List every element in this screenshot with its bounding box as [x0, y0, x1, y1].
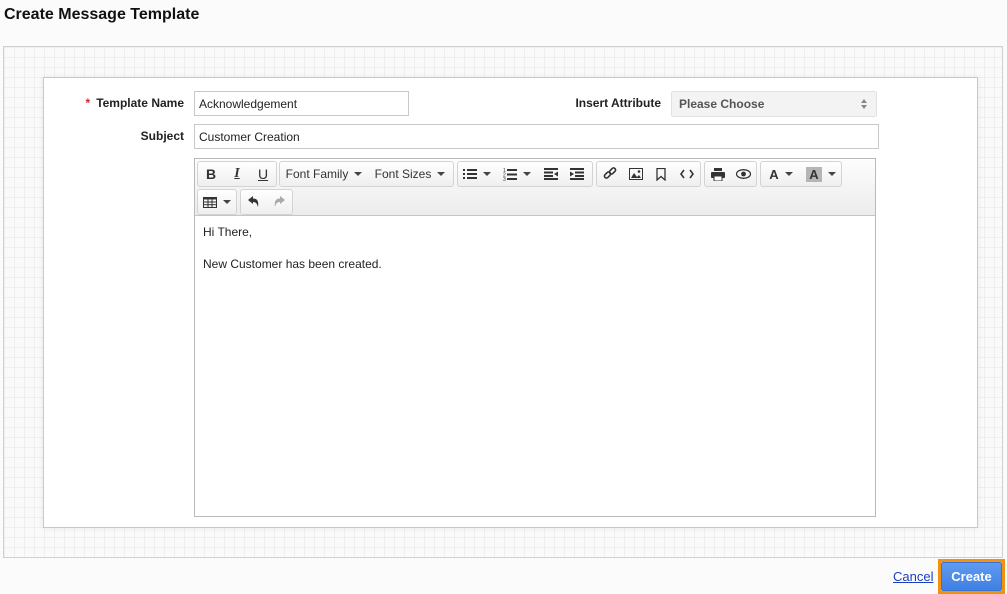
redo-icon — [273, 196, 286, 208]
select-arrows-icon — [860, 98, 868, 110]
undo-icon — [247, 196, 260, 208]
indent-icon — [570, 168, 584, 180]
template-name-input[interactable] — [194, 91, 409, 116]
template-name-label: * Template Name — [60, 96, 184, 110]
subject-input[interactable] — [194, 124, 879, 149]
caret-down-icon — [223, 200, 231, 204]
link-button[interactable] — [597, 162, 623, 186]
eye-icon — [735, 169, 751, 179]
subject-label: Subject — [140, 129, 184, 143]
outdent-icon — [544, 168, 558, 180]
table-button[interactable] — [198, 190, 236, 214]
redo-button[interactable] — [267, 190, 293, 214]
code-icon — [680, 169, 695, 179]
italic-button[interactable]: I — [224, 162, 250, 186]
image-icon — [628, 168, 643, 180]
editor-content[interactable]: Hi There, New Customer has been created. — [195, 216, 875, 296]
text-color-button[interactable]: A — [761, 162, 801, 186]
bold-button[interactable]: B — [198, 162, 224, 186]
font-sizes-dropdown[interactable]: Font Sizes — [368, 162, 452, 186]
rich-text-editor: B I U Font Family Font Sizes 1 2 3 A A H… — [194, 158, 876, 517]
print-icon — [710, 167, 725, 181]
bookmark-button[interactable] — [649, 162, 675, 186]
caret-down-icon — [437, 172, 446, 176]
editor-paragraph: New Customer has been created. — [203, 257, 382, 271]
insert-group — [596, 161, 701, 187]
create-button[interactable]: Create — [941, 562, 1002, 591]
underline-button[interactable]: U — [250, 162, 276, 186]
caret-down-icon — [784, 172, 793, 176]
cancel-link[interactable]: Cancel — [893, 569, 933, 584]
insert-attribute-select[interactable]: Please Choose — [671, 91, 877, 117]
font-family-dropdown[interactable]: Font Family — [280, 162, 368, 186]
image-button[interactable] — [623, 162, 649, 186]
font-sizes-label: Font Sizes — [374, 167, 432, 181]
text-color-icon: A — [769, 166, 779, 182]
preview-button[interactable] — [731, 162, 757, 186]
create-button-focus-ring: Create — [938, 559, 1005, 594]
font-family-label: Font Family — [285, 167, 349, 181]
caret-down-icon — [354, 172, 363, 176]
bullet-list-icon — [463, 168, 477, 180]
print-button[interactable] — [705, 162, 731, 186]
list-group: 123 — [457, 161, 593, 187]
caret-down-icon — [827, 172, 836, 176]
bullet-list-button[interactable] — [458, 162, 496, 186]
insert-attribute-selected: Please Choose — [679, 97, 765, 111]
insert-attribute-label: Insert Attribute — [575, 96, 661, 110]
caret-down-icon — [483, 172, 491, 176]
color-group: A A — [760, 161, 842, 187]
editor-paragraph: Hi There, — [203, 225, 253, 239]
history-group — [240, 189, 293, 215]
page-title: Create Message Template — [4, 6, 200, 23]
svg-text:3: 3 — [503, 177, 506, 181]
code-button[interactable] — [674, 162, 700, 186]
indent-button[interactable] — [564, 162, 590, 186]
background-color-icon: A — [806, 166, 822, 182]
link-icon — [603, 167, 617, 181]
required-marker: * — [85, 96, 91, 110]
numbered-list-button[interactable]: 123 — [496, 162, 538, 186]
font-group: Font Family Font Sizes — [279, 161, 454, 187]
background-color-button[interactable]: A — [801, 162, 841, 186]
output-group — [704, 161, 757, 187]
numbered-list-icon: 123 — [503, 167, 517, 181]
editor-toolbar: B I U Font Family Font Sizes 1 2 3 A A — [195, 159, 875, 216]
undo-button[interactable] — [241, 190, 267, 214]
template-name-label-text: Template Name — [96, 96, 184, 110]
caret-down-icon — [523, 172, 531, 176]
bookmark-icon — [656, 167, 667, 181]
format-group: B I U — [197, 161, 277, 187]
table-group — [197, 189, 237, 215]
outdent-button[interactable] — [538, 162, 564, 186]
table-icon — [203, 196, 217, 208]
